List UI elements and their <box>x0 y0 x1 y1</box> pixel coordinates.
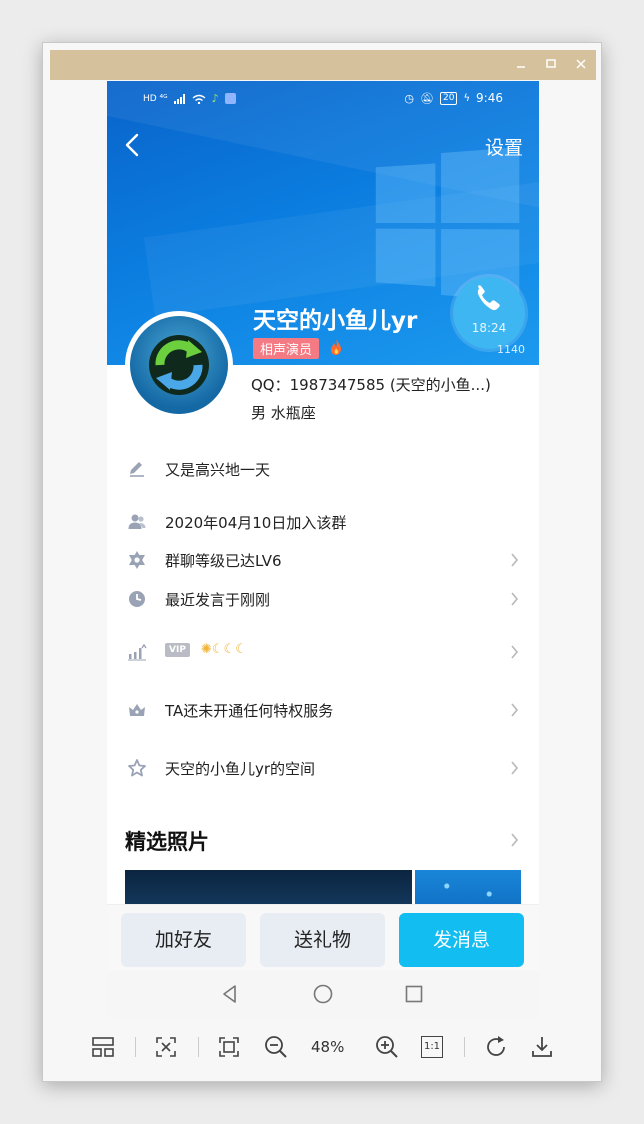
add-friend-button[interactable]: 加好友 <box>121 913 246 967</box>
download-icon[interactable] <box>529 1034 555 1060</box>
privilege-text: TA还未开通任何特权服务 <box>165 702 334 720</box>
last-speak-row[interactable]: 最近发言于刚刚 <box>107 581 539 617</box>
minimize-icon[interactable] <box>512 55 530 73</box>
pencil-icon <box>130 462 144 477</box>
qzone-text: 天空的小鱼儿yr的空间 <box>165 760 316 778</box>
back-button[interactable] <box>121 131 145 159</box>
chevron-right-icon <box>511 553 519 567</box>
nav-recents-icon[interactable] <box>403 983 425 1005</box>
actual-size-button[interactable]: 1:1 <box>421 1036 443 1058</box>
sync-arrows-icon <box>149 335 209 395</box>
chevron-left-icon <box>125 133 139 157</box>
chevron-right-icon <box>511 703 519 717</box>
signal-icon <box>173 93 185 104</box>
status-bar: HD ⁴ᴳ ♪ ◷ 🔕︎ 20 ϟ 9:46 <box>107 81 539 119</box>
chevron-right-icon[interactable] <box>510 833 519 847</box>
wifi-icon <box>192 94 206 104</box>
clock-text: 9:46 <box>476 91 503 105</box>
android-nav-bar <box>107 971 539 1018</box>
chevron-right-icon <box>511 592 519 606</box>
fit-window-icon[interactable] <box>153 1034 179 1060</box>
mute-icon: 🔕︎ <box>420 91 434 105</box>
gender-zodiac: 男 水瓶座 <box>251 404 316 422</box>
qzone-row[interactable]: 天空的小鱼儿yr的空间 <box>107 750 539 786</box>
zoom-out-icon[interactable] <box>263 1034 289 1060</box>
signature-text: 又是高兴地一天 <box>165 461 271 479</box>
profile-nickname: 天空的小鱼儿yr <box>253 308 418 334</box>
crown-icon <box>129 704 145 716</box>
phone-icon <box>477 285 500 311</box>
group-level-text: 群聊等级已达LV6 <box>165 552 282 570</box>
nav-back-icon[interactable] <box>219 983 241 1005</box>
send-message-button[interactable]: 发消息 <box>399 913 524 967</box>
vip-level-row[interactable]: VIP ✺☾☾☾ <box>107 634 539 670</box>
rotate-icon[interactable] <box>484 1034 510 1060</box>
clock-icon <box>129 591 145 607</box>
voice-call-button[interactable]: 18:24 <box>453 277 525 349</box>
avatar-image <box>130 316 228 414</box>
alarm-icon: ◷ <box>404 91 415 105</box>
join-date-row: 2020年04月10日加入该群 <box>107 504 539 540</box>
zoom-in-icon[interactable] <box>374 1034 400 1060</box>
music-icon: ♪ <box>211 92 219 105</box>
zoom-level: 48% <box>311 1038 345 1056</box>
join-date-text: 2020年04月10日加入该群 <box>165 514 347 532</box>
battery-indicator: 20 <box>439 91 458 105</box>
viewer-toolbar: 48% 1:1 <box>43 1028 603 1068</box>
app-notification-icon <box>224 93 236 104</box>
qq-number: QQ：1987347585 (天空的小鱼...) <box>251 376 491 394</box>
title-bar[interactable] <box>50 50 596 80</box>
call-counter: 1140 <box>497 343 525 356</box>
level-chart-icon <box>128 643 147 661</box>
maximize-icon[interactable] <box>542 55 560 73</box>
group-level-row[interactable]: 群聊等级已达LV6 <box>107 542 539 578</box>
signature-row: 又是高兴地一天 <box>107 451 539 487</box>
star-outline-icon <box>128 759 146 777</box>
nav-home-icon[interactable] <box>312 983 334 1005</box>
network-indicator: HD ⁴ᴳ <box>143 93 168 104</box>
layout-icon[interactable] <box>90 1034 116 1060</box>
call-timer: 18:24 <box>471 321 507 335</box>
star-of-david-icon <box>129 551 145 569</box>
group-icon <box>128 514 146 529</box>
settings-button[interactable]: 设置 <box>485 133 523 160</box>
vip-badge: VIP <box>165 643 190 657</box>
image-viewer-window: HD ⁴ᴳ ♪ ◷ 🔕︎ 20 ϟ 9:46 设置 天空的小鱼儿yr 相声演员 … <box>42 42 602 1082</box>
charging-icon: ϟ <box>463 92 471 104</box>
action-bar: 加好友 送礼物 发消息 <box>107 904 539 971</box>
fullscreen-icon[interactable] <box>216 1034 242 1060</box>
send-gift-button[interactable]: 送礼物 <box>260 913 385 967</box>
chevron-right-icon <box>511 761 519 775</box>
phone-screenshot: HD ⁴ᴳ ♪ ◷ 🔕︎ 20 ϟ 9:46 设置 天空的小鱼儿yr 相声演员 … <box>107 81 539 1018</box>
level-icons: ✺☾☾☾ <box>201 642 247 657</box>
title-badge: 相声演员 <box>253 338 320 359</box>
last-speak-text: 最近发言于刚刚 <box>165 591 271 609</box>
fire-icon <box>331 339 341 355</box>
privilege-row[interactable]: TA还未开通任何特权服务 <box>107 692 539 728</box>
featured-photos-title[interactable]: 精选照片 <box>125 826 209 856</box>
avatar[interactable] <box>125 311 233 419</box>
chevron-right-icon <box>511 645 519 659</box>
close-icon[interactable] <box>572 55 590 73</box>
